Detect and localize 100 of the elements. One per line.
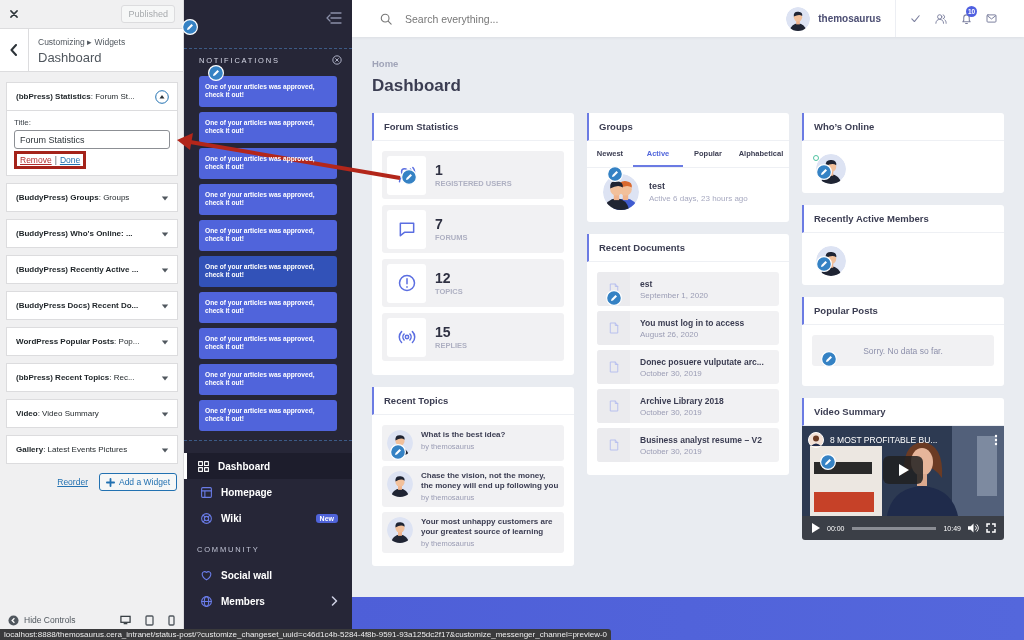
widget-heading: Forum Statistics <box>372 113 574 141</box>
back-icon[interactable] <box>10 44 18 56</box>
document-icon <box>608 439 619 451</box>
stat-value: 1 <box>435 162 444 178</box>
group-activity: Active 6 days, 23 hours ago <box>649 194 748 203</box>
play-button[interactable] <box>883 456 923 484</box>
customizer-breadcrumb: Customizing ▸ Widgets <box>38 37 126 47</box>
widget-heading: Who’s Online <box>802 113 1004 141</box>
users-icon[interactable] <box>935 12 947 25</box>
document-title[interactable]: Donec posuere vulputate arc... <box>640 356 764 367</box>
tablet-icon[interactable] <box>145 614 154 626</box>
document-title[interactable]: est <box>640 278 709 289</box>
search-icon[interactable] <box>380 12 392 25</box>
done-link[interactable]: Done <box>59 155 81 165</box>
document-title[interactable]: Archive Library 2018 <box>640 395 724 406</box>
play-icon[interactable] <box>812 523 820 533</box>
avatar[interactable] <box>387 517 413 543</box>
widget-title[interactable]: (bbPress) Recent Topics: Rec... <box>16 373 135 382</box>
remove-link[interactable]: Remove <box>20 155 52 165</box>
document-icon <box>608 322 619 334</box>
exclamation-circle-icon <box>396 273 417 293</box>
status-bar: localhost:8888/themosaurus.cera_intranet/status-post/?customize_changeset_uuid=c46d1c4b-5284-4f8b-9591-93a125dc2f17&customize_messenger_channel=preview-0 <box>0 629 612 640</box>
title-field[interactable]: Forum Statistics <box>14 130 170 149</box>
stat-value: 15 <box>435 324 452 340</box>
edit-shortcut-icon[interactable] <box>816 256 832 272</box>
avatar[interactable] <box>786 6 811 31</box>
grid-icon <box>197 459 210 473</box>
widget-heading: Recent Documents <box>587 234 789 262</box>
collapse-circle-icon[interactable] <box>8 614 19 626</box>
edit-shortcut-icon[interactable] <box>182 19 198 35</box>
caret-icon[interactable] <box>161 373 169 382</box>
document-title[interactable]: Business analyst resume – V2 <box>640 434 762 445</box>
caret-icon[interactable] <box>161 445 169 454</box>
group-name[interactable]: test <box>649 181 748 191</box>
document-icon <box>608 400 619 412</box>
topic-title[interactable]: Your most unhappy customers are your greatest source of learning <box>421 517 559 537</box>
volume-icon[interactable] <box>968 523 979 533</box>
video-title[interactable]: 8 MOST PROFITABLE BU... <box>830 435 988 445</box>
group-avatar[interactable] <box>603 174 639 210</box>
document-date: October 30, 2019 <box>640 446 703 456</box>
fullscreen-icon[interactable] <box>986 523 996 533</box>
nav-item[interactable]: Homepage <box>184 479 352 505</box>
close-icon[interactable] <box>9 9 19 19</box>
caret-icon[interactable] <box>161 409 169 418</box>
widget-title[interactable]: Video: Video Summary <box>16 409 99 418</box>
widget-title[interactable]: (BuddyPress) Groups: Groups <box>16 193 130 202</box>
nav-item[interactable]: Dashboard <box>184 453 352 479</box>
caret-icon[interactable] <box>161 265 169 274</box>
nav-item[interactable]: Social wall <box>184 562 352 588</box>
lifebuoy-icon <box>200 511 213 525</box>
user-name[interactable]: themosaurus <box>818 13 881 24</box>
collapse-menu-icon[interactable] <box>326 12 342 24</box>
widget-title[interactable]: (BuddyPress) Who's Online: ... <box>16 229 133 238</box>
document-date: October 30, 2019 <box>640 407 703 417</box>
widget-heading: Recently Active Members <box>802 205 1004 233</box>
check-icon[interactable] <box>910 13 921 24</box>
field-label: Title: <box>14 118 33 127</box>
globe-icon <box>200 594 213 608</box>
edit-shortcut-icon[interactable] <box>208 65 224 81</box>
document-date: August 26, 2020 <box>640 329 700 339</box>
widget-title[interactable]: (bbPress) Statistics: Forum St... <box>16 92 135 101</box>
caret-icon[interactable] <box>161 337 169 346</box>
reorder-link[interactable]: Reorder <box>57 477 88 487</box>
more-icon[interactable] <box>994 434 998 446</box>
phone-icon[interactable] <box>168 614 175 626</box>
mail-icon[interactable] <box>986 14 997 23</box>
nav-item[interactable]: Members <box>184 588 352 614</box>
edit-shortcut-icon[interactable] <box>820 454 836 470</box>
topic-title[interactable]: What is the best idea? <box>421 430 506 440</box>
widget-title[interactable]: (BuddyPress) Recently Active ... <box>16 265 139 274</box>
channel-avatar[interactable] <box>808 432 824 448</box>
empty-message: Sorry. No data so far. <box>863 345 943 356</box>
document-date: September 1, 2020 <box>640 290 709 300</box>
caret-icon[interactable] <box>161 301 169 310</box>
link-separator: | <box>54 155 57 165</box>
widget-title[interactable]: Gallery: Latest Events Pictures <box>16 445 128 454</box>
widget-heading: Recent Topics <box>372 387 574 415</box>
progress-track[interactable] <box>851 526 937 530</box>
document-title[interactable]: You must log in to access <box>640 317 745 328</box>
caret-icon[interactable] <box>161 193 169 202</box>
collapse-toggle-icon[interactable] <box>155 89 169 104</box>
widget-heading: Groups <box>587 113 789 141</box>
caret-icon[interactable] <box>161 229 169 238</box>
edit-shortcut-icon[interactable] <box>816 164 832 180</box>
widget-title[interactable]: (BuddyPress Docs) Recent Do... <box>16 301 139 310</box>
stat-value: 7 <box>435 216 444 232</box>
desktop-icon[interactable] <box>120 615 131 625</box>
customizer-title: Dashboard <box>38 50 103 65</box>
document-date: October 30, 2019 <box>640 368 703 378</box>
hide-controls-label[interactable]: Hide Controls <box>24 615 76 625</box>
topic-title[interactable]: Chase the vision, not the money, the money will end up following you <box>421 471 559 491</box>
layout-icon <box>200 485 213 499</box>
plus-icon <box>105 477 115 487</box>
widget-title[interactable]: WordPress Popular Posts: Pop... <box>16 337 140 346</box>
avatar[interactable] <box>387 471 413 497</box>
bell-icon[interactable] <box>961 12 972 25</box>
add-widget-button[interactable]: Add a Widget <box>98 473 177 491</box>
document-icon <box>608 361 619 373</box>
widget-heading: Popular Posts <box>802 297 1004 325</box>
heart-icon <box>200 568 213 582</box>
